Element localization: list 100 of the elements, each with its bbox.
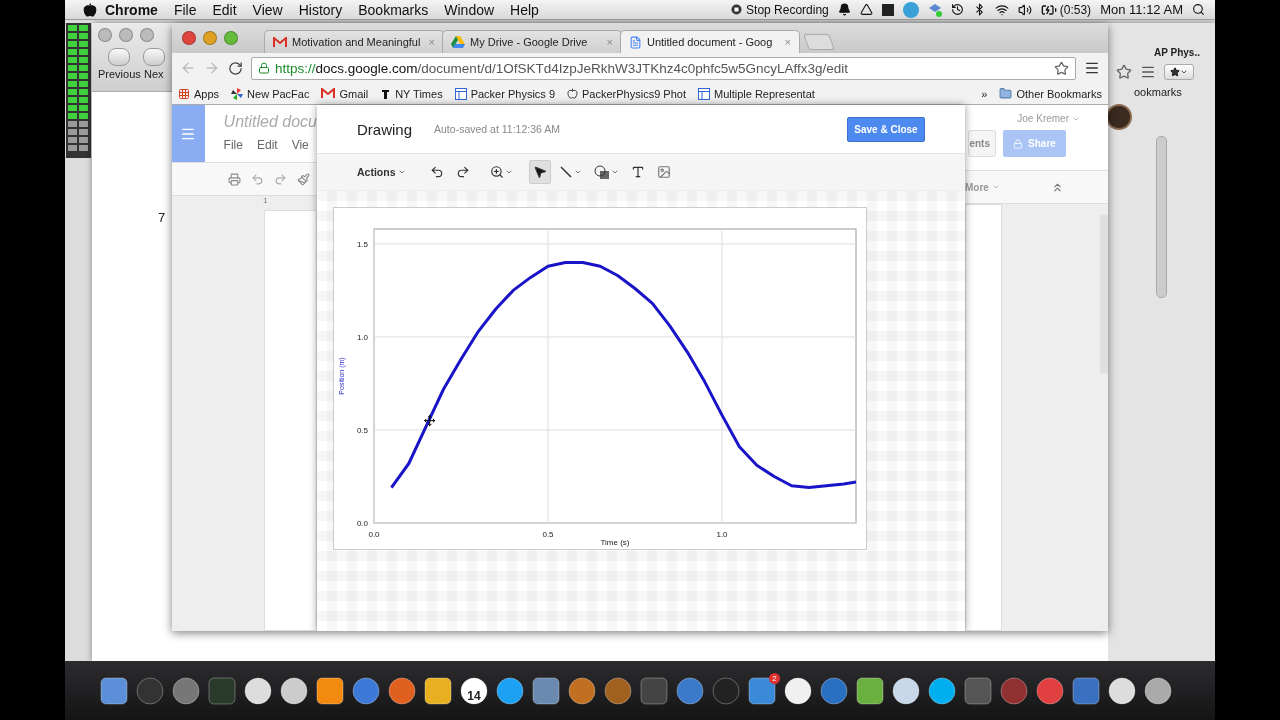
- bookmark[interactable]: PackerPhysics9 Phot: [567, 87, 686, 100]
- bookmark[interactable]: NY Times: [380, 87, 443, 100]
- bookmark-button[interactable]: [1164, 64, 1194, 80]
- window-control: [140, 28, 154, 42]
- save-status: Auto-saved at 11:12:36 AM: [434, 123, 561, 135]
- bookmark[interactable]: New PacFac: [231, 87, 310, 100]
- bookmark[interactable]: Multiple Representat: [697, 87, 815, 100]
- lock-icon: [1013, 138, 1024, 149]
- app-icon[interactable]: [315, 676, 345, 706]
- app-icon[interactable]: [855, 676, 885, 706]
- apple-menu-icon[interactable]: [83, 2, 97, 17]
- wifi-icon[interactable]: [994, 2, 1009, 17]
- axis-title: Time (s): [600, 538, 630, 547]
- apple-icon: [567, 88, 579, 99]
- print-icon[interactable]: [228, 172, 241, 186]
- stop-icon: [731, 4, 743, 15]
- move-cursor-icon: [424, 415, 436, 427]
- caret-icon: [573, 168, 582, 176]
- bookmark[interactable]: Gmail: [321, 87, 369, 100]
- battery-time: (0:53): [1059, 2, 1092, 17]
- page-number: 7: [158, 210, 167, 225]
- bell-icon[interactable]: [837, 3, 851, 16]
- tick-label: 0.0: [368, 530, 380, 539]
- menu-icon[interactable]: [1140, 64, 1156, 80]
- menu-item[interactable]: View: [244, 1, 291, 18]
- menu-item[interactable]: History: [290, 1, 351, 18]
- mail-icon: [321, 88, 336, 99]
- actions-menu[interactable]: Actions: [355, 166, 408, 178]
- browser-tab[interactable]: Motivation and Meaningful ×: [264, 30, 444, 53]
- notification-badge: 2: [769, 673, 780, 684]
- bookmark[interactable]: Packer Physics 9: [454, 87, 556, 100]
- tick-label: 1.0: [716, 530, 728, 539]
- drive-icon: [451, 36, 465, 48]
- menu-item[interactable]: File: [165, 1, 205, 18]
- more-bookmarks[interactable]: »: [981, 87, 988, 100]
- menu-item[interactable]: Chrome: [97, 1, 166, 18]
- star-icon[interactable]: [1054, 60, 1069, 76]
- redo-icon: [455, 165, 470, 179]
- menu-item[interactable]: Edit: [204, 1, 245, 18]
- folder-icon: [999, 87, 1013, 100]
- shape-icon: [593, 164, 610, 180]
- star-icon[interactable]: [1116, 64, 1132, 80]
- calendar-day: 14: [459, 689, 489, 703]
- sphere-icon[interactable]: [902, 1, 919, 18]
- bookmark[interactable]: Apps: [178, 87, 220, 100]
- clock-arrow-icon[interactable]: [950, 3, 964, 16]
- triangle-icon[interactable]: [859, 3, 873, 16]
- menu-item[interactable]: Vie: [291, 138, 309, 152]
- text-box-icon: [630, 165, 645, 179]
- close-button[interactable]: [182, 31, 196, 45]
- browser-tab[interactable]: My Drive - Google Drive ×: [442, 30, 622, 53]
- menu-icon[interactable]: [1084, 60, 1100, 76]
- star-icon: [1170, 67, 1180, 77]
- lock-icon: [258, 62, 270, 74]
- gothic-logo-icon: [380, 87, 392, 100]
- dialog-title: Drawing: [357, 120, 413, 138]
- app-icon[interactable]: [99, 676, 129, 706]
- box-icon[interactable]: [927, 2, 942, 17]
- address-bar[interactable]: https://docs.google.com/document/d/1OfSKTd4IzpJeRkhW3JTKhz4c0phfc5w5GncyLAffx3g/edit: [251, 56, 1076, 80]
- app-icon[interactable]: 2: [747, 676, 777, 706]
- reload-icon[interactable]: [228, 60, 243, 76]
- pointer-icon: [532, 165, 547, 179]
- apps-grid-icon: [178, 87, 190, 100]
- search-icon[interactable]: [1192, 3, 1205, 16]
- window-control: [119, 28, 133, 42]
- zoom-button[interactable]: [224, 31, 238, 45]
- menu-item[interactable]: Edit: [256, 138, 278, 152]
- tab-title[interactable]: AP Phys..: [1154, 47, 1211, 58]
- bookmarks-label[interactable]: ookmarks: [1134, 86, 1211, 98]
- menu-item[interactable]: Bookmarks: [350, 1, 437, 18]
- document-icon: [629, 35, 642, 49]
- tick-label: 0.5: [356, 425, 368, 435]
- tick-label: 1.0: [356, 332, 368, 342]
- volume-icon[interactable]: [1017, 2, 1032, 17]
- app-icon[interactable]: [531, 676, 561, 706]
- recording-label[interactable]: Stop Recording: [746, 2, 829, 17]
- image-icon: [656, 165, 671, 179]
- caret-icon: [610, 168, 619, 176]
- avatar: [1106, 104, 1132, 130]
- app-icon[interactable]: 14: [459, 676, 489, 706]
- browser-tab[interactable]: Untitled document - Goog ×: [620, 30, 800, 53]
- caret-icon: [397, 168, 406, 176]
- mail-icon: [273, 36, 287, 48]
- menu-item[interactable]: Window: [436, 1, 503, 18]
- clock[interactable]: Mon 11:12 AM: [1100, 2, 1183, 17]
- menu-item[interactable]: File: [223, 138, 243, 152]
- paint-format-icon[interactable]: [297, 172, 310, 186]
- page-icon: [697, 87, 710, 100]
- menu-item[interactable]: Help: [502, 1, 547, 18]
- bookmark-folder[interactable]: Other Bookmarks: [999, 87, 1102, 100]
- page-icon: [454, 87, 467, 100]
- caret-icon: [504, 168, 513, 176]
- tool-button[interactable]: [528, 160, 551, 184]
- window-control: [98, 28, 112, 42]
- line-icon: [558, 165, 573, 179]
- ruler-mark: 1: [262, 196, 269, 207]
- nav-button[interactable]: Previous: [98, 48, 141, 80]
- app-icon[interactable]: [423, 676, 453, 706]
- minimize-button[interactable]: [203, 31, 217, 45]
- caret-icon: [991, 183, 1000, 191]
